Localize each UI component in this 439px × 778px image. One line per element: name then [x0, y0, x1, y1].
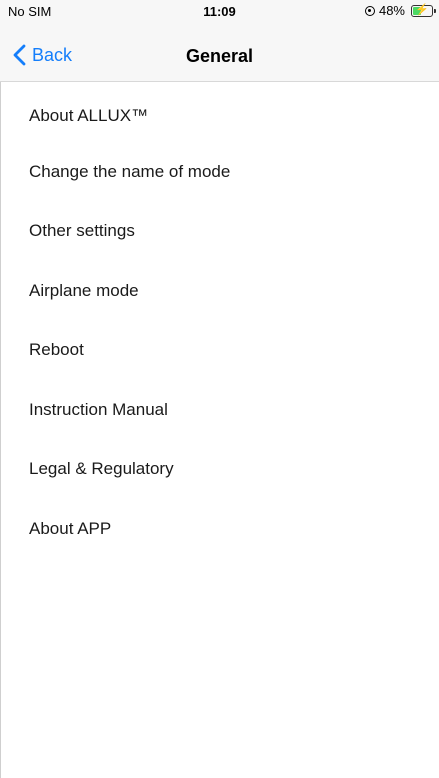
battery-percent: 48%	[378, 3, 405, 18]
menu-item-label: Other settings	[29, 221, 135, 241]
menu-item-about-allux[interactable]: About ALLUX™	[0, 82, 439, 142]
menu-item-legal-regulatory[interactable]: Legal & Regulatory	[0, 440, 439, 500]
settings-menu-list: About ALLUX™ Change the name of mode Other…	[0, 82, 439, 559]
menu-item-label: Reboot	[29, 340, 84, 360]
menu-item-label: About ALLUX™	[29, 106, 149, 125]
menu-item-reboot[interactable]: Reboot	[0, 321, 439, 381]
menu-item-label: Instruction Manual	[29, 399, 168, 419]
menu-item-label: About APP	[29, 518, 112, 538]
menu-item-label: Legal & Regulatory	[29, 459, 174, 479]
screen: No SIM 11:09 48% ⚡ Back General About AL…	[0, 0, 439, 778]
menu-item-label: Change the name of mode	[29, 161, 231, 181]
menu-item-airplane-mode[interactable]: Airplane mode	[0, 261, 439, 321]
menu-item-other-settings[interactable]: Other settings	[0, 202, 439, 262]
menu-item-change-mode-name[interactable]: Change the name of mode	[0, 142, 439, 202]
battery-cap	[434, 8, 436, 13]
menu-item-instruction-manual[interactable]: Instruction Manual	[0, 380, 439, 440]
status-indicators: 48% ⚡	[364, 3, 436, 18]
page-title: General	[185, 46, 254, 66]
navigation-bar: Back General	[0, 22, 439, 82]
menu-item-label: Airplane mode	[29, 280, 139, 300]
menu-item-about-app[interactable]: About APP	[0, 499, 439, 559]
battery-charging-icon: ⚡	[411, 3, 436, 17]
charging-bolt-icon: ⚡	[415, 3, 429, 16]
status-bar: No SIM 11:09 48% ⚡	[0, 0, 439, 22]
orientation-lock-icon	[364, 5, 375, 16]
